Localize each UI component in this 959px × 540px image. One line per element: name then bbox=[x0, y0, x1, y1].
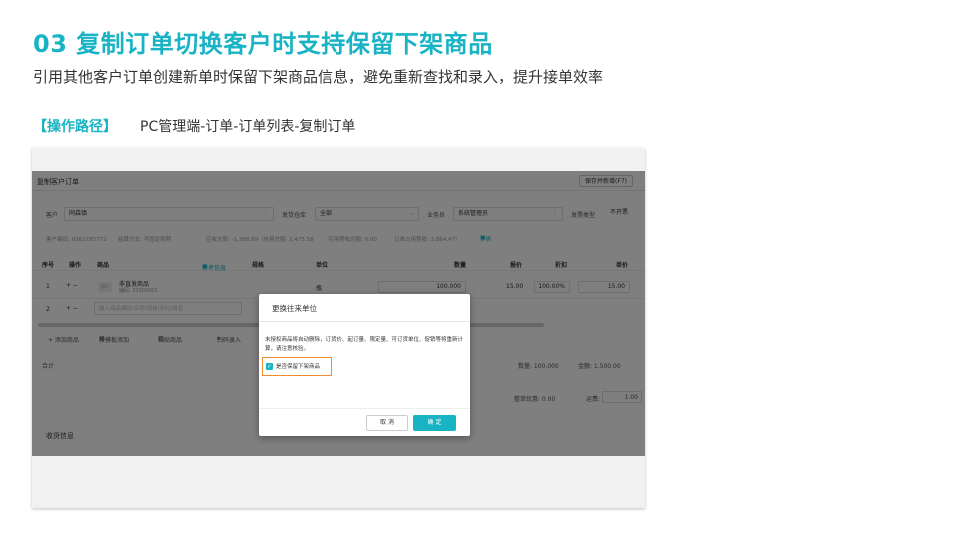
modal-message: 未授权商品将自动删除，订货价、起订量、限定量、可订货单位、促销等将重新计算，请注… bbox=[265, 337, 464, 352]
modal-title: 更换往来单位 bbox=[272, 304, 317, 313]
confirm-button[interactable]: 确 定 bbox=[413, 415, 456, 431]
modal-divider bbox=[259, 321, 470, 322]
cancel-button[interactable]: 取 消 bbox=[366, 415, 408, 431]
slide-subtitle: 引用其他客户订单创建新单时保留下架商品信息，避免重新查找和录入，提升接单效率 bbox=[33, 68, 604, 86]
modal-footer-divider bbox=[259, 408, 470, 409]
change-partner-modal: 更换往来单位 未授权商品将自动删除，订货价、起订量、限定量、可订货单位、促销等将… bbox=[259, 294, 470, 436]
copy-order-app: 复制客户订单 保存并新增(F7) 客户 同森镇 ⋮ 发货仓库 全部 ⌄ 业务员 … bbox=[32, 171, 645, 456]
keep-delisted-highlight: ✓ 是否保留下架商品 bbox=[262, 357, 332, 376]
path-label: 【操作路径】 bbox=[33, 119, 117, 135]
path-value: PC管理端-订单-订单列表-复制订单 bbox=[140, 119, 356, 135]
slide-title: 03 复制订单切换客户时支持保留下架商品 bbox=[33, 30, 493, 58]
keep-delisted-label[interactable]: 是否保留下架商品 bbox=[276, 362, 320, 370]
slide: 03 复制订单切换客户时支持保留下架商品 引用其他客户订单创建新单时保留下架商品… bbox=[0, 0, 959, 540]
keep-delisted-checkbox[interactable]: ✓ bbox=[266, 363, 273, 370]
screenshot-frame: 复制客户订单 保存并新增(F7) 客户 同森镇 ⋮ 发货仓库 全部 ⌄ 业务员 … bbox=[32, 148, 645, 508]
